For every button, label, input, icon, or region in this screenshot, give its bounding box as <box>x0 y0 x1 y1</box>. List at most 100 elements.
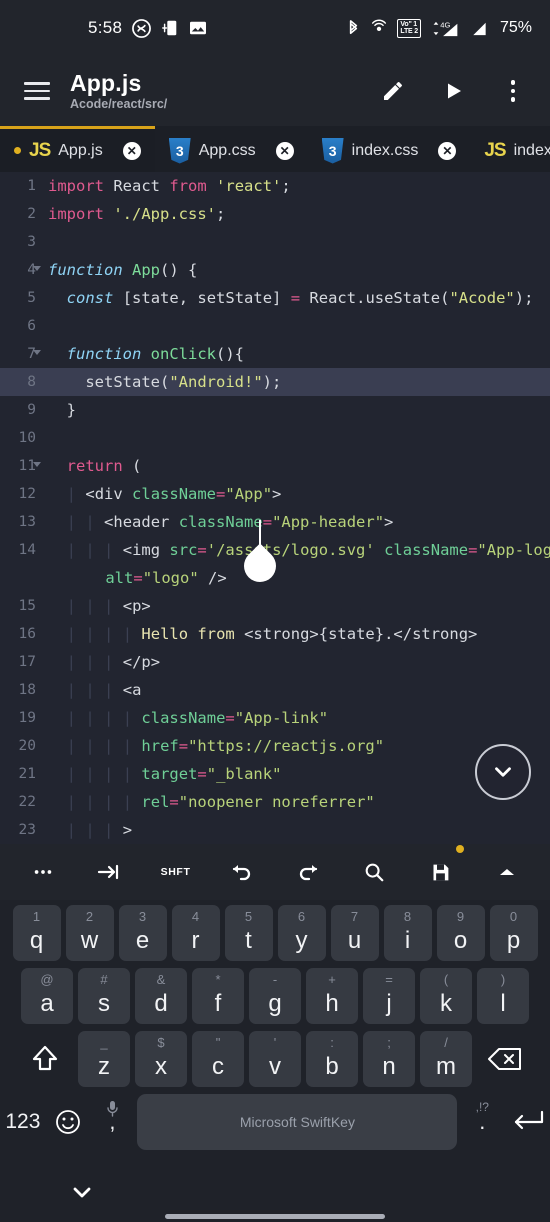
key-t[interactable]: 5t <box>225 905 273 961</box>
code-line[interactable]: 21 | | | | target="_blank" <box>0 760 550 788</box>
period-key[interactable]: ,!? . <box>462 1094 502 1150</box>
code-editor[interactable]: 1 import React from 'react'; 2 import '.… <box>0 172 550 844</box>
code-line[interactable]: 23 | | | > <box>0 816 550 844</box>
tab-app-css[interactable]: 3 App.css ✕ <box>155 126 308 172</box>
code-line[interactable]: 15 | | | <p> <box>0 592 550 620</box>
code-line[interactable]: 22 | | | | rel="noopener noreferrer" <box>0 788 550 816</box>
edit-button[interactable] <box>378 76 408 106</box>
code-line[interactable]: 2 import './App.css'; <box>0 200 550 228</box>
space-key[interactable]: Microsoft SwiftKey <box>137 1094 457 1150</box>
code-content[interactable] <box>44 312 550 340</box>
code-line[interactable]: 11 return ( <box>0 452 550 480</box>
key-k[interactable]: (k <box>420 968 472 1024</box>
code-line[interactable]: 10 <box>0 424 550 452</box>
code-line[interactable]: 5 const [state, setState] = React.useSta… <box>0 284 550 312</box>
fold-arrow-icon[interactable] <box>33 462 41 467</box>
code-content[interactable]: | | | <p> <box>44 592 550 620</box>
emoji-key[interactable] <box>48 1094 88 1150</box>
key-u[interactable]: 7u <box>331 905 379 961</box>
backspace-key[interactable] <box>477 1031 533 1087</box>
redo-button[interactable] <box>287 851 329 893</box>
key-h[interactable]: +h <box>306 968 358 1024</box>
key-s[interactable]: #s <box>78 968 130 1024</box>
collapse-toolbar-button[interactable] <box>486 851 528 893</box>
shift-key-button[interactable]: SHFT <box>155 851 197 893</box>
key-m[interactable]: /m <box>420 1031 472 1087</box>
tab-close-icon[interactable]: ✕ <box>123 142 141 160</box>
on-screen-keyboard[interactable]: 1q 2w 3e 4r 5t 6y 7u 8i 9o 0p @a #s &d *… <box>0 900 550 1168</box>
code-content[interactable]: | <div className="App"> <box>44 480 550 508</box>
code-line[interactable]: 16 | | | | Hello from <strong>{state}.</… <box>0 620 550 648</box>
code-content[interactable]: return ( <box>44 452 550 480</box>
code-content[interactable]: import React from 'react'; <box>44 172 550 200</box>
tab-close-icon[interactable]: ✕ <box>276 142 294 160</box>
key-w[interactable]: 2w <box>66 905 114 961</box>
key-c[interactable]: "c <box>192 1031 244 1087</box>
code-line[interactable]: 7 function onClick(){ <box>0 340 550 368</box>
code-line[interactable]: 4 function App() { <box>0 256 550 284</box>
key-o[interactable]: 9o <box>437 905 485 961</box>
code-line[interactable]: 17 | | | </p> <box>0 648 550 676</box>
code-content[interactable]: setState("Android!"); <box>44 368 550 396</box>
tab-close-icon[interactable]: ✕ <box>438 142 456 160</box>
overflow-menu-button[interactable] <box>498 76 528 106</box>
key-f[interactable]: *f <box>192 968 244 1024</box>
key-p[interactable]: 0p <box>490 905 538 961</box>
key-j[interactable]: =j <box>363 968 415 1024</box>
code-content[interactable] <box>44 228 550 256</box>
key-y[interactable]: 6y <box>278 905 326 961</box>
code-content[interactable]: | | | | Hello from <strong>{state}.</str… <box>44 620 550 648</box>
key-r[interactable]: 4r <box>172 905 220 961</box>
undo-button[interactable] <box>221 851 263 893</box>
key-q[interactable]: 1q <box>13 905 61 961</box>
code-line[interactable]: 9 } <box>0 396 550 424</box>
tab-key-button[interactable] <box>88 851 130 893</box>
hide-keyboard-button[interactable] <box>70 1184 94 1207</box>
tab-app-js[interactable]: JS App.js ✕ <box>0 126 155 172</box>
save-button[interactable] <box>420 851 462 893</box>
key-i[interactable]: 8i <box>384 905 432 961</box>
enter-key[interactable] <box>507 1094 547 1150</box>
code-content[interactable]: | | | | className="App-link" <box>44 704 550 732</box>
editor-tab-bar[interactable]: JS App.js ✕ 3 App.css ✕ 3 index.css ✕ JS… <box>0 126 550 172</box>
code-content[interactable] <box>44 424 550 452</box>
code-line[interactable]: 19 | | | | className="App-link" <box>0 704 550 732</box>
key-l[interactable]: )l <box>477 968 529 1024</box>
code-line[interactable]: 20 | | | | href="https://reactjs.org" <box>0 732 550 760</box>
fold-arrow-icon[interactable] <box>33 350 41 355</box>
key-x[interactable]: $x <box>135 1031 187 1087</box>
key-b[interactable]: :b <box>306 1031 358 1087</box>
code-content[interactable]: import './App.css'; <box>44 200 550 228</box>
tab-index-js[interactable]: JS index <box>470 126 550 172</box>
fold-arrow-icon[interactable] <box>33 266 41 271</box>
code-content[interactable]: | | | | rel="noopener noreferrer" <box>44 788 550 816</box>
key-z[interactable]: _z <box>78 1031 130 1087</box>
tab-index-css[interactable]: 3 index.css ✕ <box>308 126 471 172</box>
code-content[interactable]: function App() { <box>44 256 550 284</box>
key-a[interactable]: @a <box>21 968 73 1024</box>
code-line[interactable]: 3 <box>0 228 550 256</box>
code-content[interactable]: | | | | href="https://reactjs.org" <box>44 732 550 760</box>
code-line[interactable]: 12 | <div className="App"> <box>0 480 550 508</box>
code-content[interactable]: | | | > <box>44 816 550 844</box>
scroll-down-button[interactable] <box>475 744 531 800</box>
key-d[interactable]: &d <box>135 968 187 1024</box>
code-content[interactable]: | | | <img src='/assets/logo.svg' classN… <box>44 536 550 592</box>
code-line[interactable]: 18 | | | <a <box>0 676 550 704</box>
run-button[interactable] <box>438 76 468 106</box>
code-line[interactable]: 13 | | <header className="App-header"> <box>0 508 550 536</box>
code-content[interactable]: | | <header className="App-header"> <box>44 508 550 536</box>
key-e[interactable]: 3e <box>119 905 167 961</box>
code-line[interactable]: 1 import React from 'react'; <box>0 172 550 200</box>
code-content[interactable]: | | | </p> <box>44 648 550 676</box>
code-line-active[interactable]: 8 setState("Android!"); <box>0 368 550 396</box>
comma-key[interactable]: , <box>93 1094 133 1150</box>
more-options-button[interactable] <box>22 851 64 893</box>
hamburger-menu-icon[interactable] <box>16 82 58 100</box>
shift-key[interactable] <box>17 1031 73 1087</box>
search-button[interactable] <box>353 851 395 893</box>
code-content[interactable]: | | | <a <box>44 676 550 704</box>
key-g[interactable]: -g <box>249 968 301 1024</box>
code-line[interactable]: 6 <box>0 312 550 340</box>
key-v[interactable]: 'v <box>249 1031 301 1087</box>
